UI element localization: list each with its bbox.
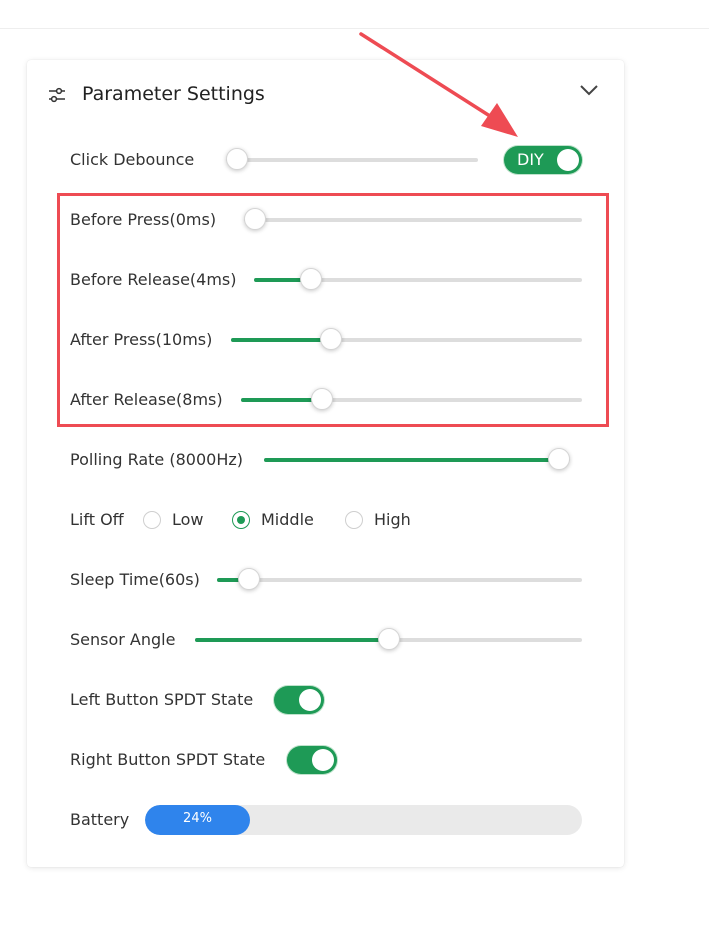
panel-header[interactable]: Parameter Settings [27, 60, 624, 130]
after-release-slider[interactable] [241, 388, 582, 410]
after-press-label: After Press(10ms) [70, 330, 213, 349]
before-press-slider[interactable] [244, 208, 582, 230]
toggle-knob [299, 689, 321, 711]
right-spdt-row: Right Button SPDT State [27, 745, 624, 775]
radio-high-label: High [374, 510, 411, 529]
after-release-label: After Release(8ms) [70, 390, 223, 409]
battery-progress-bar: 24% [145, 805, 582, 835]
right-spdt-label: Right Button SPDT State [70, 750, 266, 769]
lift-off-radio-group: Low Middle High [143, 505, 443, 535]
radio-circle[interactable] [232, 511, 250, 529]
polling-rate-label: Polling Rate (8000Hz) [70, 450, 243, 469]
radio-circle[interactable] [345, 511, 363, 529]
before-release-slider[interactable] [254, 268, 582, 290]
click-debounce-row: Click Debounce DIY [27, 145, 624, 175]
sensor-angle-slider[interactable] [195, 628, 582, 650]
sleep-time-slider[interactable] [217, 568, 582, 590]
sleep-time-row: Sleep Time(60s) [27, 565, 624, 595]
slider-thumb[interactable] [548, 448, 570, 470]
chevron-down-icon[interactable] [578, 82, 600, 98]
toggle-knob [312, 749, 334, 771]
polling-rate-slider[interactable] [264, 448, 570, 470]
slider-thumb[interactable] [377, 628, 400, 650]
slider-thumb[interactable] [244, 208, 266, 230]
sensor-angle-label: Sensor Angle [70, 630, 176, 649]
click-debounce-slider[interactable] [226, 148, 478, 170]
radio-circle[interactable] [143, 511, 161, 529]
page: Parameter Settings Click Debounce DIY Be… [0, 0, 709, 945]
radio-low-label: Low [172, 510, 204, 529]
toggle-knob [557, 149, 579, 171]
slider-fill [195, 638, 389, 642]
radio-middle-label: Middle [261, 510, 314, 529]
lift-off-label: Lift Off [70, 510, 124, 529]
slider-fill [231, 338, 331, 342]
before-press-label: Before Press(0ms) [70, 210, 217, 229]
battery-percent-text: 24% [183, 811, 212, 826]
slider-thumb[interactable] [311, 388, 334, 410]
panel-title: Parameter Settings [82, 83, 265, 105]
after-press-row: After Press(10ms) [27, 325, 624, 355]
before-press-row: Before Press(0ms) [27, 205, 624, 235]
sleep-time-label: Sleep Time(60s) [70, 570, 200, 589]
diy-toggle[interactable]: DIY [504, 146, 582, 174]
top-divider [0, 28, 709, 29]
battery-label: Battery [70, 810, 130, 829]
before-release-label: Before Release(4ms) [70, 270, 237, 289]
diy-toggle-label: DIY [517, 150, 544, 169]
polling-rate-row: Polling Rate (8000Hz) [27, 445, 624, 475]
left-spdt-row: Left Button SPDT State [27, 685, 624, 715]
right-spdt-toggle[interactable] [287, 746, 337, 774]
left-spdt-toggle[interactable] [274, 686, 324, 714]
slider-fill [264, 458, 559, 462]
sensor-angle-row: Sensor Angle [27, 625, 624, 655]
lift-off-row: Lift Off Low Middle High [27, 505, 624, 535]
slider-fill [241, 398, 323, 402]
sliders-icon [49, 87, 65, 103]
parameter-settings-panel: Parameter Settings Click Debounce DIY Be… [27, 60, 624, 867]
left-spdt-label: Left Button SPDT State [70, 690, 254, 709]
slider-thumb[interactable] [237, 568, 260, 590]
after-press-slider[interactable] [231, 328, 582, 350]
click-debounce-label: Click Debounce [70, 150, 195, 169]
slider-thumb[interactable] [319, 328, 342, 350]
slider-thumb[interactable] [299, 268, 322, 290]
slider-thumb[interactable] [226, 148, 248, 170]
before-release-row: Before Release(4ms) [27, 265, 624, 295]
after-release-row: After Release(8ms) [27, 385, 624, 415]
